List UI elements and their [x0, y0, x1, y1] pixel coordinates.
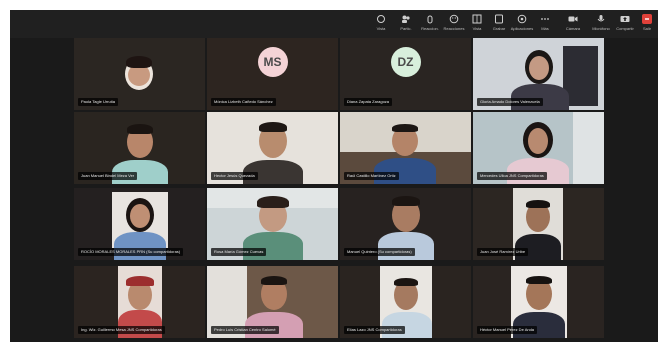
participant-name: Diana Zapata Zaragoza — [344, 98, 393, 106]
record-button[interactable]: Grabar — [488, 13, 510, 35]
leave-button[interactable]: Salir — [636, 13, 658, 35]
microphone-icon — [597, 15, 605, 22]
participant-name: Juan José Ramírez Uribe — [477, 248, 529, 256]
participant-tile[interactable]: Mercedes Ulloa JNS Compartidoras — [473, 112, 604, 184]
microphone-label: Micrófono — [592, 26, 610, 31]
apps-icon — [517, 14, 527, 24]
smile-icon — [449, 14, 459, 24]
participant-name: Mónica Lizbeth Cañedo Sánchez — [211, 98, 276, 106]
share-screen-icon — [620, 16, 630, 22]
participant-name: Pedro Luis Cristian Centro Salomé — [211, 326, 279, 334]
participant-grid: Paola Tagle Urrutia MS Mónica Lizbeth Ca… — [74, 38, 604, 342]
leave-label: Salir — [642, 26, 651, 31]
participant-name: Mercedes Ulloa JNS Compartidoras — [477, 172, 547, 180]
hand-icon — [427, 15, 433, 24]
share-label: Vista — [472, 26, 482, 31]
camera-label: Cámara — [565, 26, 581, 31]
participant-name: Raúl Castillo Martínez Ortiz — [344, 172, 399, 180]
share-button[interactable]: Vista — [466, 13, 488, 35]
more-icon — [541, 18, 549, 20]
leave-icon — [642, 14, 652, 24]
chat-button[interactable]: Reacciones — [443, 13, 465, 35]
chat-label: Reacciones — [443, 26, 465, 31]
participant-tile[interactable]: Raúl Castillo Martínez Ortiz — [340, 112, 471, 184]
video-call-window: Vista Partic. Reaccion. Reacciones Vista… — [10, 10, 658, 342]
participant-name: Ing. Wiz. Guillermo Mesa JNS Compartidor… — [78, 326, 165, 334]
view-button[interactable]: Vista — [370, 13, 392, 35]
participant-name: Manuel Quintero (Su compartidoras) — [344, 248, 415, 256]
participant-name: ROCÍO MORALES MORALES PRN (Su compartido… — [78, 248, 184, 256]
participant-name: Juan Manuel Bindel Meza Ver — [78, 172, 138, 180]
reactions-label: Reaccion. — [421, 26, 439, 31]
participant-tile[interactable]: Elías Lazo JNS Compartidoras — [340, 266, 471, 338]
participant-tile[interactable]: Héctor Manuel Pérez De Anda — [473, 266, 604, 338]
participants-label: Partic. — [400, 26, 412, 31]
camera-button[interactable]: Cámara — [562, 13, 584, 35]
participant-tile[interactable]: Juan José Ramírez Uribe — [473, 188, 604, 260]
participant-tile[interactable]: ROCÍO MORALES MORALES PRN (Su compartido… — [74, 188, 205, 260]
reactions-button[interactable]: Reaccion. — [419, 13, 441, 35]
apps-label: Aplicaciones — [510, 26, 534, 31]
participant-tile[interactable]: Paola Tagle Urrutia — [74, 38, 205, 110]
share-screen-button[interactable]: Compartir — [614, 13, 636, 35]
view-icon — [377, 15, 385, 23]
participant-name: Hector Jesús Quezada — [211, 172, 258, 180]
participant-name: Elías Lazo JNS Compartidoras — [344, 326, 405, 334]
participant-name: Héctor Manuel Pérez De Anda — [477, 326, 538, 334]
more-button[interactable]: Más — [534, 13, 556, 35]
record-icon — [495, 14, 503, 24]
share-screen-label: Compartir — [616, 26, 634, 31]
meeting-toolbar: Vista Partic. Reaccion. Reacciones Vista… — [10, 10, 658, 38]
participant-tile[interactable]: Juan Manuel Bindel Meza Ver — [74, 112, 205, 184]
participant-tile[interactable]: Rosa María Gómez Cuevas — [207, 188, 338, 260]
participant-name: Gloria Amado Dolores Valenzuela — [477, 98, 543, 106]
participant-tile[interactable]: Hector Jesús Quezada — [207, 112, 338, 184]
participant-tile[interactable]: Pedro Luis Cristian Centro Salomé — [207, 266, 338, 338]
avatar: DZ — [390, 47, 421, 78]
record-label: Grabar — [492, 26, 506, 31]
participant-tile[interactable]: Ing. Wiz. Guillermo Mesa JNS Compartidor… — [74, 266, 205, 338]
participants-icon — [402, 15, 410, 23]
participant-tile[interactable]: Manuel Quintero (Su compartidoras) — [340, 188, 471, 260]
view-label: Vista — [376, 26, 386, 31]
participant-name: Paola Tagle Urrutia — [78, 98, 118, 106]
participants-button[interactable]: Partic. — [395, 13, 417, 35]
participant-tile[interactable]: Gloria Amado Dolores Valenzuela — [473, 38, 604, 110]
more-label: Más — [541, 26, 549, 31]
apps-button[interactable]: Aplicaciones — [511, 13, 533, 35]
avatar: MS — [257, 47, 288, 78]
grid-icon — [472, 14, 482, 24]
participant-tile[interactable]: MS Mónica Lizbeth Cañedo Sánchez — [207, 38, 338, 110]
microphone-button[interactable]: Micrófono — [590, 13, 612, 35]
camera-icon — [568, 16, 578, 22]
participant-tile[interactable]: DZ Diana Zapata Zaragoza — [340, 38, 471, 110]
participant-name: Rosa María Gómez Cuevas — [211, 248, 267, 256]
